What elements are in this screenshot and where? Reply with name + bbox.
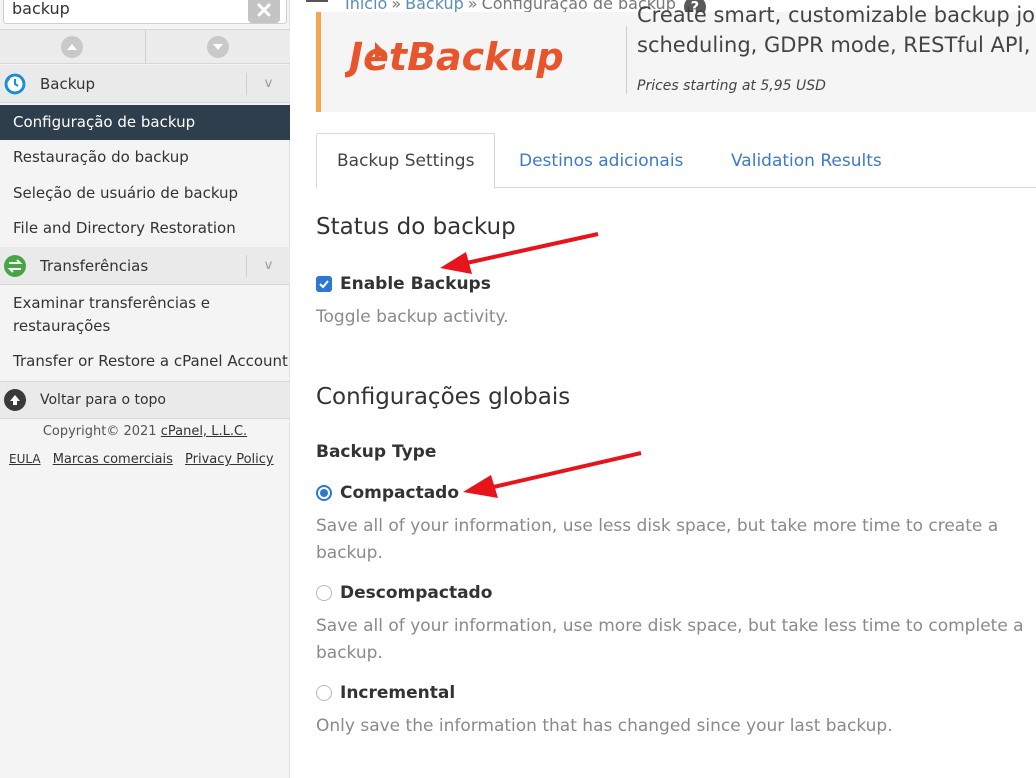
copyright-text: Copyright© 2021 [42, 424, 157, 439]
sidebar-category-label: Transferências [40, 256, 149, 275]
backup-icon [4, 72, 26, 95]
back-to-top-button[interactable]: Voltar para o topo [0, 381, 290, 419]
enable-backups-checkbox[interactable] [316, 276, 332, 292]
copyright: Copyright© 2021 cPanel, L.L.C. [0, 424, 290, 439]
scroll-down-button[interactable] [144, 30, 291, 63]
global-section-title: Configurações globais [316, 384, 571, 410]
chevron-up-icon [61, 35, 84, 58]
sidebar-item-transfer-restore-account[interactable]: Transfer or Restore a cPanel Account [0, 350, 290, 373]
banner-divider [626, 26, 627, 94]
incremental-radio[interactable] [316, 685, 332, 701]
chevron-down-icon[interactable]: v [246, 72, 290, 95]
enable-backups-label: Enable Backups [340, 274, 491, 294]
search-input[interactable] [12, 0, 242, 19]
jetbackup-banner[interactable]: JetBackup Create smart, customizable bac… [316, 3, 1036, 112]
compressed-label: Compactado [340, 483, 460, 503]
cpanel-link[interactable]: cPanel, L.L.C. [161, 424, 247, 439]
chevron-down-icon[interactable]: v [246, 254, 290, 277]
sidebar-scroll-controls [0, 29, 290, 64]
tab-validation-results[interactable]: Validation Results [711, 133, 902, 188]
uncompressed-radio[interactable] [316, 585, 332, 601]
sidebar-item-file-directory-restoration[interactable]: File and Directory Restoration [0, 211, 290, 246]
annotation-arrow-icon [463, 451, 642, 498]
enable-backups-option[interactable]: Enable Backups [316, 274, 491, 294]
uncompressed-help: Save all of your information, use more d… [316, 616, 1024, 663]
clear-search-button[interactable] [248, 0, 280, 23]
sidebar-search [3, 0, 287, 24]
sidebar-category-transfers[interactable]: Transferências v [0, 247, 290, 285]
banner-line-2: scheduling, GDPR mode, RESTful API, and [637, 33, 1036, 57]
sidebar: Backup v Configuração de backup Restaura… [0, 0, 290, 778]
enable-backups-help: Toggle backup activity. [316, 307, 509, 327]
banner-line-1: Create smart, customizable backup jobs [637, 3, 1036, 27]
checkmark-icon [319, 280, 329, 289]
jetbackup-logo: JetBackup [345, 35, 564, 79]
sidebar-item-backup-configuration[interactable]: Configuração de backup [0, 105, 290, 140]
svg-text:JetBackup: JetBackup [345, 35, 564, 79]
banner-price: Prices starting at 5,95 USD [637, 78, 826, 94]
sidebar-item-backup-user-selection[interactable]: Seleção de usuário de backup [0, 176, 290, 211]
sidebar-category-label: Backup [40, 74, 95, 93]
close-icon [257, 3, 271, 17]
tab-backup-settings[interactable]: Backup Settings [316, 133, 496, 189]
incremental-help: Only save the information that has chang… [316, 716, 893, 736]
backup-type-label: Backup Type [316, 442, 437, 462]
transfer-icon [4, 254, 26, 277]
compressed-option[interactable]: Compactado [316, 483, 459, 503]
eula-link[interactable]: EULA [9, 452, 41, 466]
banner-description: Create smart, customizable backup jobs s… [637, 3, 1036, 60]
compressed-radio[interactable] [316, 485, 332, 501]
back-to-top-label: Voltar para o topo [40, 392, 166, 408]
privacy-policy-link[interactable]: Privacy Policy [185, 452, 274, 467]
chevron-down-icon [206, 35, 229, 58]
sidebar-category-backup[interactable]: Backup v [0, 65, 290, 103]
sidebar-item-review-transfers[interactable]: Examinar transferências e restaurações [0, 292, 270, 338]
incremental-label: Incremental [340, 683, 456, 703]
arrow-up-icon [4, 389, 26, 411]
tab-additional-destinations[interactable]: Destinos adicionais [499, 133, 703, 188]
sidebar-item-backup-restoration[interactable]: Restauração do backup [0, 140, 290, 175]
legal-links: EULA Marcas comerciais Privacy Policy [9, 452, 282, 467]
uncompressed-option[interactable]: Descompactado [316, 583, 492, 603]
uncompressed-label: Descompactado [340, 583, 493, 603]
compressed-help: Save all of your information, use less d… [316, 516, 999, 563]
scroll-up-button[interactable] [0, 30, 145, 63]
tab-bar: Backup Settings Destinos adicionais Vali… [316, 133, 1036, 189]
annotation-arrow-icon [440, 232, 599, 274]
trademarks-link[interactable]: Marcas comerciais [53, 452, 173, 467]
incremental-option[interactable]: Incremental [316, 683, 455, 703]
